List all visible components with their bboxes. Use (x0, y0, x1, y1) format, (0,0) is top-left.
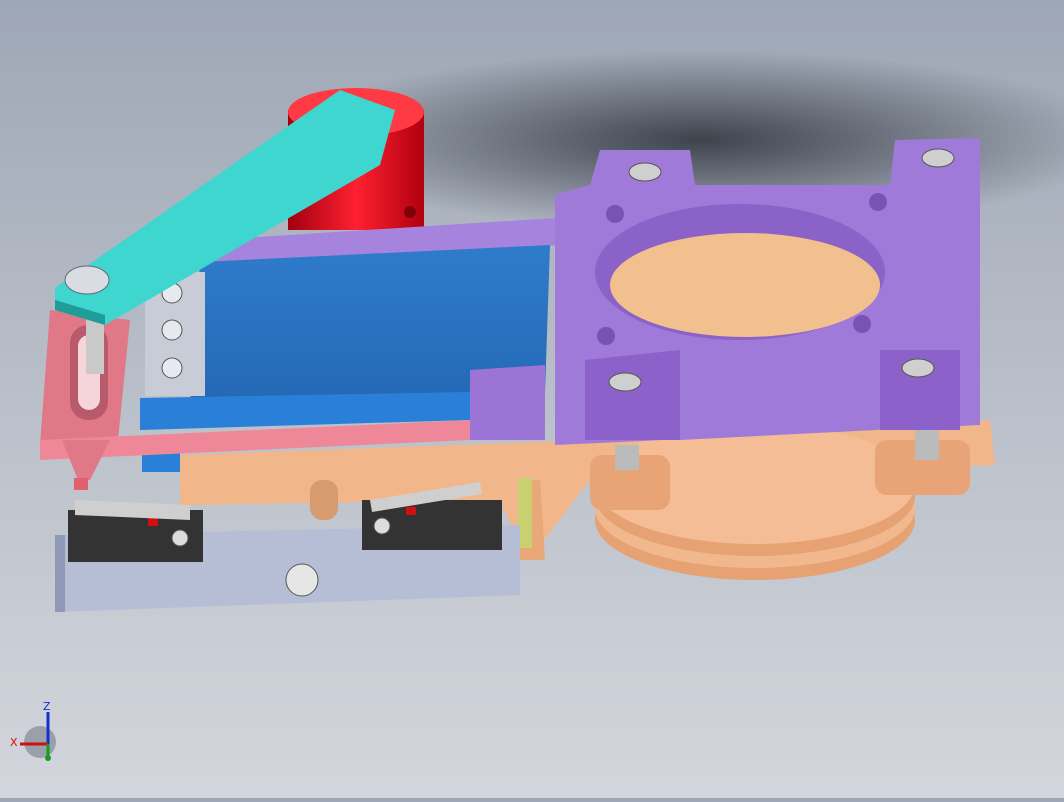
cad-viewport[interactable]: Z X (0, 0, 1064, 798)
x-axis-label: X (10, 736, 18, 749)
z-axis-label: Z (43, 700, 51, 713)
limit-switch-left[interactable] (68, 500, 203, 562)
axis-triad (20, 712, 56, 761)
crank-pin (86, 318, 104, 374)
model-canvas[interactable] (0, 0, 1064, 798)
